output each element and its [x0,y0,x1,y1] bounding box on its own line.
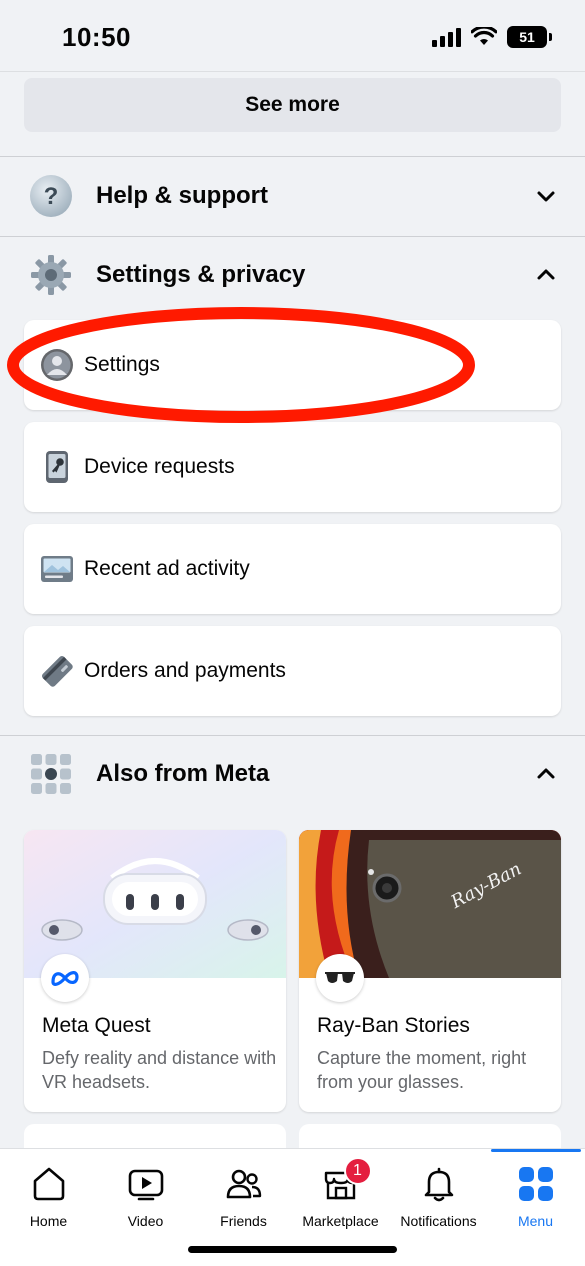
help-support-row[interactable]: ? Help & support [0,157,585,235]
chevron-up-icon [537,768,555,779]
status-bar: 10:50 51 [0,0,585,72]
meta-quest-description: Defy reality and distance with VR headse… [42,1048,277,1092]
device-requests-label: Device requests [84,455,235,478]
help-support-label: Help & support [96,182,268,209]
settings-item[interactable]: Settings [24,320,561,410]
wifi-icon [471,27,497,45]
tab-home[interactable]: Home [0,1149,97,1239]
tab-video[interactable]: Video [97,1149,194,1239]
meta-quest-card[interactable]: Meta Quest Defy reality and distance wit… [24,830,286,1112]
also-from-meta-row[interactable]: Also from Meta [0,735,585,813]
question-icon: ? [30,175,72,217]
ray-ban-title: Ray-Ban Stories [317,1014,470,1037]
svg-text:?: ? [44,183,59,210]
orders-payments-item[interactable]: Orders and payments [24,626,561,716]
settings-privacy-label: Settings & privacy [96,261,306,288]
ad-activity-icon [41,556,73,582]
menu-grid-icon [518,1167,553,1201]
tab-notifications[interactable]: Notifications [390,1149,487,1239]
bell-icon [424,1167,453,1202]
ray-ban-stories-card[interactable]: Ray-Ban Ray-Ban Stories Capture the mome… [299,830,561,1112]
video-icon [128,1169,163,1201]
settings-privacy-row[interactable]: Settings & privacy [0,236,585,314]
tab-menu[interactable]: Menu [487,1149,584,1239]
card-icon [41,655,73,687]
marketplace-badge: 1 [343,1157,372,1185]
friends-icon [226,1169,261,1199]
apps-grid-icon [31,754,71,794]
tab-home-label: Home [29,1213,68,1229]
recent-ad-activity-item[interactable]: Recent ad activity [24,524,561,614]
gear-icon [31,255,71,295]
meta-logo-badge [41,954,89,1002]
tab-friends-label: Friends [220,1213,267,1229]
tab-marketplace[interactable]: 1 Marketplace [292,1149,389,1239]
tab-video-label: Video [127,1213,164,1229]
chevron-down-icon [537,191,555,202]
also-from-meta-label: Also from Meta [96,760,270,787]
battery-icon: 51 [507,26,552,48]
settings-label: Settings [84,353,160,376]
meta-logo-icon [51,971,79,986]
phone-key-icon [46,451,68,483]
tab-notifications-label: Notifications [400,1213,477,1229]
cellular-signal-icon [432,27,461,47]
see-more-button[interactable]: See more [24,78,561,132]
tab-friends[interactable]: Friends [195,1149,292,1239]
status-time: 10:50 [62,22,131,52]
recent-ad-activity-label: Recent ad activity [84,557,250,580]
sunglasses-badge [316,954,364,1002]
home-icon [33,1167,64,1201]
orders-payments-label: Orders and payments [84,659,286,682]
tab-menu-label: Menu [517,1213,554,1229]
battery-level: 51 [519,29,535,45]
marketplace-icon-wrap: 1 [322,1157,372,1203]
ray-ban-description: Capture the moment, right from your glas… [317,1048,527,1092]
profile-icon [41,349,73,381]
meta-quest-title: Meta Quest [42,1014,151,1037]
tab-marketplace-label: Marketplace [302,1213,379,1229]
sunglasses-icon [325,972,355,983]
chevron-up-icon [537,269,555,280]
home-indicator[interactable] [188,1246,397,1253]
device-requests-item[interactable]: Device requests [24,422,561,512]
status-icons: 51 [432,26,552,48]
